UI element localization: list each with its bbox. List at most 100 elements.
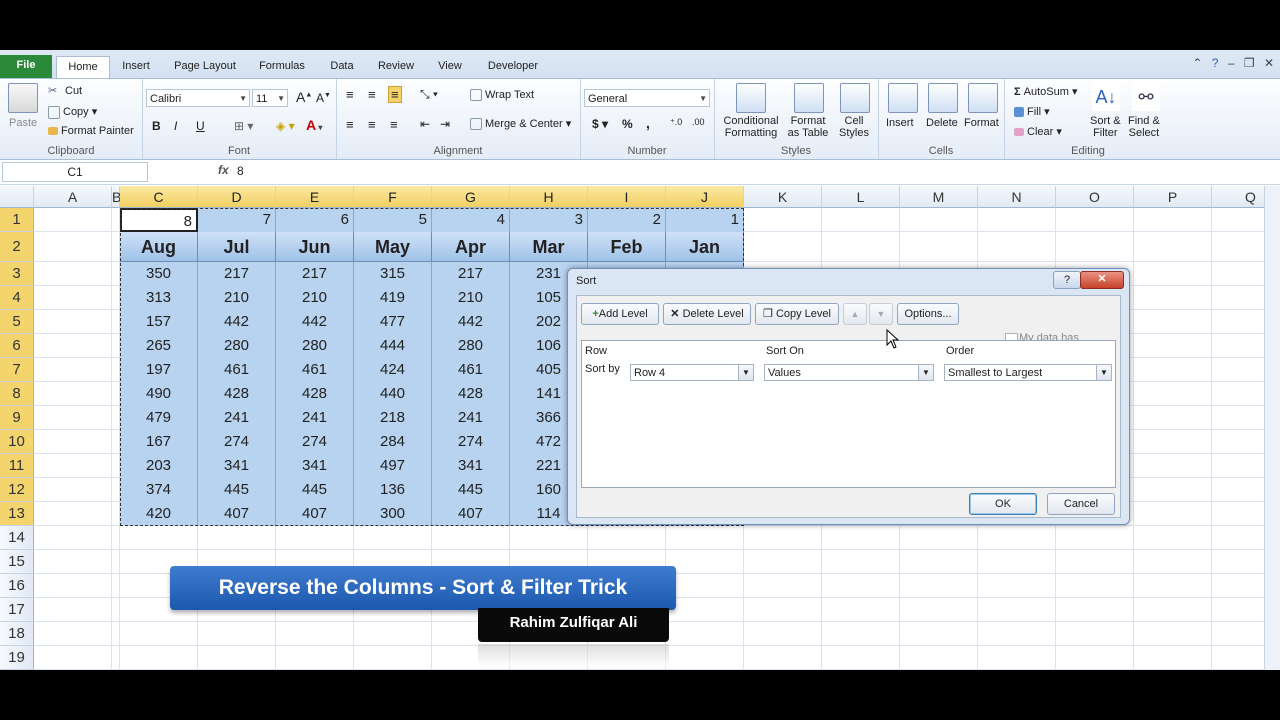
- empty-cell[interactable]: [666, 598, 744, 622]
- empty-cell[interactable]: [120, 646, 198, 670]
- empty-cell[interactable]: [1134, 550, 1212, 574]
- dialog-close-button[interactable]: ✕: [1080, 271, 1124, 289]
- empty-cell[interactable]: [112, 382, 120, 406]
- column-header-a[interactable]: A: [34, 186, 112, 208]
- minimize-icon[interactable]: –: [1228, 56, 1235, 70]
- sort-on-select[interactable]: Values ▼: [764, 364, 934, 381]
- empty-cell[interactable]: [112, 232, 120, 262]
- empty-cell[interactable]: [120, 622, 198, 646]
- cell-g1[interactable]: 4: [432, 208, 510, 232]
- table-cell[interactable]: 217: [198, 262, 276, 286]
- paste-button[interactable]: Paste: [9, 117, 37, 129]
- cell-i1[interactable]: 2: [588, 208, 666, 232]
- add-level-button[interactable]: +Add Level: [581, 303, 659, 325]
- empty-cell[interactable]: [34, 334, 112, 358]
- empty-cell[interactable]: [744, 232, 822, 262]
- empty-cell[interactable]: [112, 478, 120, 502]
- empty-cell[interactable]: [112, 622, 120, 646]
- empty-cell[interactable]: [1056, 232, 1134, 262]
- empty-cell[interactable]: [112, 406, 120, 430]
- empty-cell[interactable]: [1134, 646, 1212, 670]
- table-cell[interactable]: 241: [198, 406, 276, 430]
- align-left-button[interactable]: ≡: [346, 117, 354, 132]
- row-header-12[interactable]: 12: [0, 478, 34, 502]
- autosum-button[interactable]: Σ AutoSum ▾: [1014, 85, 1078, 98]
- empty-cell[interactable]: [1134, 598, 1212, 622]
- empty-cell[interactable]: [34, 454, 112, 478]
- paste-icon[interactable]: [8, 83, 38, 113]
- row-header-9[interactable]: 9: [0, 406, 34, 430]
- row-header-2[interactable]: 2: [0, 232, 34, 262]
- shrink-font-button[interactable]: A▼: [316, 91, 331, 105]
- tab-insert[interactable]: Insert: [112, 56, 160, 78]
- row-header-15[interactable]: 15: [0, 550, 34, 574]
- column-header-e[interactable]: E: [276, 186, 354, 208]
- fill-button[interactable]: Fill ▾: [1014, 105, 1050, 118]
- format-as-table-button[interactable]: Format as Table: [784, 115, 832, 139]
- table-cell[interactable]: 284: [354, 430, 432, 454]
- table-cell[interactable]: 274: [198, 430, 276, 454]
- row-header-7[interactable]: 7: [0, 358, 34, 382]
- empty-cell[interactable]: [1134, 232, 1212, 262]
- column-header-o[interactable]: O: [1056, 186, 1134, 208]
- empty-cell[interactable]: [34, 310, 112, 334]
- insert-cells-button[interactable]: Insert: [886, 117, 914, 129]
- table-cell[interactable]: 315: [354, 262, 432, 286]
- empty-cell[interactable]: [1134, 430, 1212, 454]
- table-cell[interactable]: 440: [354, 382, 432, 406]
- cell-styles-button[interactable]: Cell Styles: [834, 115, 874, 139]
- empty-cell[interactable]: [112, 454, 120, 478]
- empty-cell[interactable]: [1056, 526, 1134, 550]
- empty-cell[interactable]: [432, 526, 510, 550]
- delete-cells-icon[interactable]: [928, 83, 958, 113]
- copy-level-button[interactable]: ❐ Copy Level: [755, 303, 839, 325]
- empty-cell[interactable]: [978, 550, 1056, 574]
- options-button[interactable]: Options...: [897, 303, 959, 325]
- empty-cell[interactable]: [822, 526, 900, 550]
- cell-h1[interactable]: 3: [510, 208, 588, 232]
- empty-cell[interactable]: [1134, 382, 1212, 406]
- cell-styles-icon[interactable]: [840, 83, 870, 113]
- empty-cell[interactable]: [1134, 574, 1212, 598]
- empty-cell[interactable]: [900, 550, 978, 574]
- table-cell[interactable]: 461: [432, 358, 510, 382]
- empty-cell[interactable]: [978, 598, 1056, 622]
- table-cell[interactable]: 280: [198, 334, 276, 358]
- empty-cell[interactable]: [34, 574, 112, 598]
- empty-cell[interactable]: [978, 208, 1056, 232]
- borders-button[interactable]: ⊞ ▾: [234, 119, 253, 133]
- empty-cell[interactable]: [900, 232, 978, 262]
- table-cell[interactable]: 445: [198, 478, 276, 502]
- table-cell[interactable]: 217: [276, 262, 354, 286]
- empty-cell[interactable]: [112, 526, 120, 550]
- row-header-16[interactable]: 16: [0, 574, 34, 598]
- column-header-p[interactable]: P: [1134, 186, 1212, 208]
- empty-cell[interactable]: [276, 622, 354, 646]
- close-icon[interactable]: ✕: [1264, 56, 1274, 70]
- table-cell[interactable]: 442: [198, 310, 276, 334]
- empty-cell[interactable]: [1134, 310, 1212, 334]
- month-header-cell[interactable]: Jun: [276, 232, 354, 262]
- row-header-3[interactable]: 3: [0, 262, 34, 286]
- empty-cell[interactable]: [112, 430, 120, 454]
- column-header-l[interactable]: L: [822, 186, 900, 208]
- empty-cell[interactable]: [666, 574, 744, 598]
- move-up-button[interactable]: ▲: [843, 303, 867, 325]
- conditional-formatting-icon[interactable]: [736, 83, 766, 113]
- table-cell[interactable]: 217: [432, 262, 510, 286]
- empty-cell[interactable]: [112, 502, 120, 526]
- row-header-4[interactable]: 4: [0, 286, 34, 310]
- font-color-button[interactable]: A ▾: [306, 117, 322, 133]
- row-header-18[interactable]: 18: [0, 622, 34, 646]
- row-header-1[interactable]: 1: [0, 208, 34, 232]
- tab-formulas[interactable]: Formulas: [252, 56, 312, 78]
- align-center-button[interactable]: ≡: [368, 117, 376, 132]
- empty-cell[interactable]: [900, 526, 978, 550]
- empty-cell[interactable]: [1134, 502, 1212, 526]
- empty-cell[interactable]: [1134, 358, 1212, 382]
- empty-cell[interactable]: [34, 526, 112, 550]
- table-cell[interactable]: 313: [120, 286, 198, 310]
- empty-cell[interactable]: [900, 622, 978, 646]
- empty-cell[interactable]: [1134, 454, 1212, 478]
- column-header-f[interactable]: F: [354, 186, 432, 208]
